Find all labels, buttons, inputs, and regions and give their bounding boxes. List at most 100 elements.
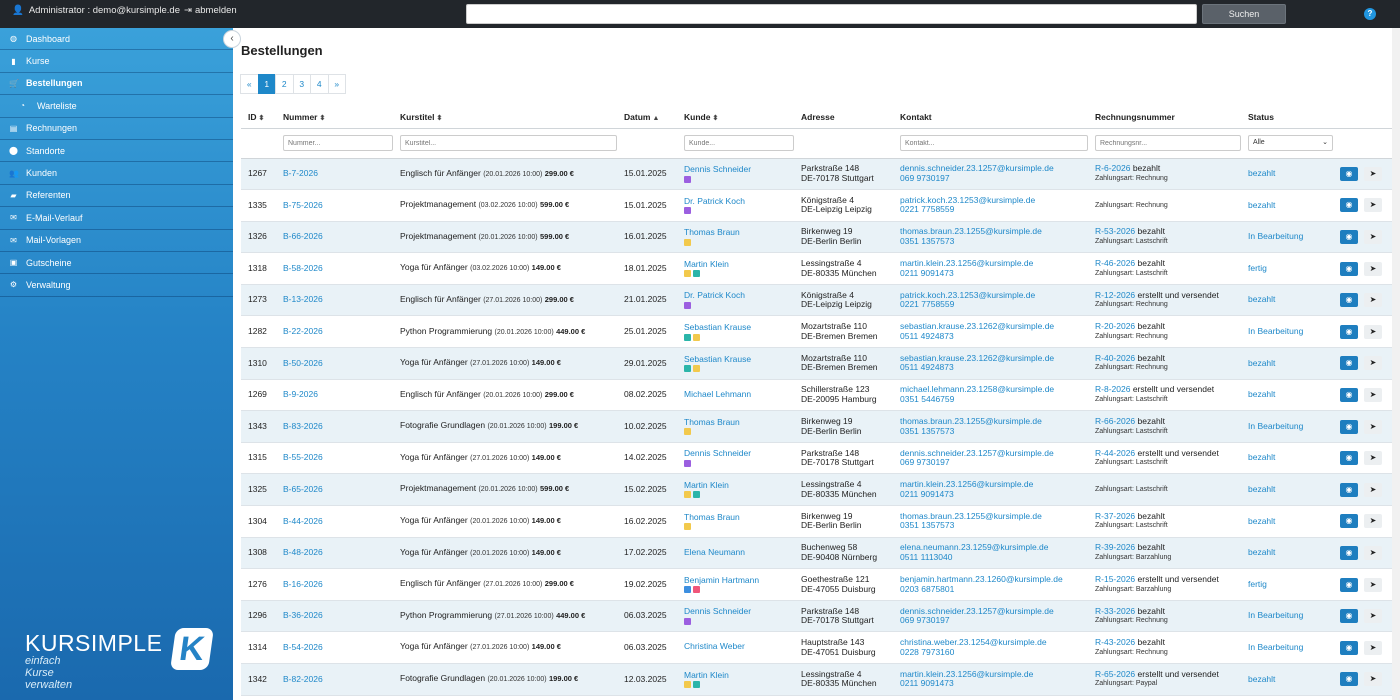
view-eye-icon[interactable]: ◉: [1340, 261, 1358, 276]
order-number-link[interactable]: B-83-2026: [283, 421, 323, 431]
order-number-link[interactable]: B-58-2026: [283, 263, 323, 273]
order-number-link[interactable]: B-75-2026: [283, 200, 323, 210]
invoice-link[interactable]: R-12-2026: [1095, 290, 1135, 300]
view-eye-icon[interactable]: ◉: [1340, 640, 1358, 655]
sidebar-item-kunden[interactable]: 👥 Kunden: [0, 162, 233, 185]
contact-phone-link[interactable]: 0351 1357573: [900, 521, 1088, 531]
invoice-link[interactable]: R-46-2026: [1095, 258, 1135, 268]
contact-phone-link[interactable]: 069 9730197: [900, 616, 1088, 626]
status-link[interactable]: bezahlt: [1248, 294, 1275, 305]
contact-phone-link[interactable]: 0511 1113040: [900, 552, 1088, 563]
status-link[interactable]: bezahlt: [1248, 674, 1275, 684]
view-eye-icon[interactable]: ◉: [1340, 577, 1358, 592]
send-paper-plane-icon[interactable]: ➤: [1364, 451, 1382, 466]
sidebar-item-rechnungen[interactable]: ▤ Rechnungen: [0, 118, 233, 140]
page-link[interactable]: 1: [257, 74, 276, 94]
contact-phone-link[interactable]: 0203 6875801: [900, 584, 1088, 595]
contact-phone-link[interactable]: 069 9730197: [900, 173, 1088, 184]
customer-link[interactable]: Sebastian Krause: [684, 354, 794, 365]
sidebar-item-standorte[interactable]: ⬤ Standorte: [0, 140, 233, 163]
order-number-link[interactable]: B-9-2026: [283, 389, 318, 399]
send-paper-plane-icon[interactable]: ➤: [1364, 166, 1382, 181]
page-link[interactable]: 2: [275, 74, 294, 94]
send-paper-plane-icon[interactable]: ➤: [1364, 640, 1382, 655]
sidebar-item-gutscheine[interactable]: ▣ Gutscheine: [0, 252, 233, 275]
filter-nummer-input[interactable]: [283, 135, 393, 151]
column-header[interactable]: Kunde ⬍: [677, 106, 794, 129]
status-link[interactable]: In Bearbeitung: [1248, 610, 1303, 621]
order-number-link[interactable]: B-54-2026: [283, 642, 323, 652]
view-eye-icon[interactable]: ◉: [1340, 387, 1358, 402]
sidebar-item-dashboard[interactable]: ◍ Dashboard: [0, 28, 233, 51]
search-button[interactable]: Suchen: [1202, 4, 1286, 24]
send-paper-plane-icon[interactable]: ➤: [1364, 419, 1382, 434]
send-paper-plane-icon[interactable]: ➤: [1364, 356, 1382, 371]
send-paper-plane-icon[interactable]: ➤: [1364, 261, 1382, 276]
column-header[interactable]: Nummer ⬍: [276, 106, 393, 129]
contact-phone-link[interactable]: 0511 4924873: [900, 331, 1088, 342]
page-link[interactable]: 4: [310, 74, 329, 94]
sidebar-item-mail-vorlagen[interactable]: ✉ Mail-Vorlagen: [0, 230, 233, 252]
column-header[interactable]: Kurstitel ⬍: [393, 106, 617, 129]
status-link[interactable]: bezahlt: [1248, 484, 1275, 494]
status-link[interactable]: In Bearbeitung: [1248, 642, 1303, 652]
order-number-link[interactable]: B-13-2026: [283, 294, 323, 305]
customer-link[interactable]: Thomas Braun: [684, 512, 794, 523]
contact-phone-link[interactable]: 0351 1357573: [900, 236, 1088, 247]
status-link[interactable]: In Bearbeitung: [1248, 326, 1303, 336]
filter-kontakt-input[interactable]: [900, 135, 1088, 151]
send-paper-plane-icon[interactable]: ➤: [1364, 577, 1382, 592]
status-link[interactable]: bezahlt: [1248, 168, 1275, 178]
view-eye-icon[interactable]: ◉: [1340, 166, 1358, 181]
customer-link[interactable]: Dr. Patrick Koch: [684, 196, 794, 207]
help-icon[interactable]: ?: [1364, 8, 1376, 20]
invoice-link[interactable]: R-33-2026: [1095, 606, 1135, 616]
invoice-link[interactable]: R-40-2026: [1095, 353, 1135, 363]
column-header[interactable]: Datum ▲: [617, 106, 677, 129]
order-number-link[interactable]: B-66-2026: [283, 231, 323, 241]
sidebar-item-e-mail-verlauf[interactable]: ✉ E-Mail-Verlauf: [0, 207, 233, 230]
view-eye-icon[interactable]: ◉: [1340, 293, 1358, 308]
contact-phone-link[interactable]: 069 9730197: [900, 458, 1088, 468]
status-link[interactable]: In Bearbeitung: [1248, 421, 1303, 431]
send-paper-plane-icon[interactable]: ➤: [1364, 672, 1382, 687]
send-paper-plane-icon[interactable]: ➤: [1364, 514, 1382, 529]
view-eye-icon[interactable]: ◉: [1340, 482, 1358, 497]
send-paper-plane-icon[interactable]: ➤: [1364, 609, 1382, 624]
invoice-link[interactable]: R-65-2026: [1095, 669, 1135, 679]
view-eye-icon[interactable]: ◉: [1340, 229, 1358, 244]
column-header[interactable]: ID ⬍: [241, 106, 276, 129]
view-eye-icon[interactable]: ◉: [1340, 198, 1358, 213]
status-link[interactable]: fertig: [1248, 579, 1267, 589]
order-number-link[interactable]: B-22-2026: [283, 326, 323, 336]
status-link[interactable]: bezahlt: [1248, 200, 1275, 210]
filter-kunde-input[interactable]: [684, 135, 794, 151]
view-eye-icon[interactable]: ◉: [1340, 324, 1358, 339]
view-eye-icon[interactable]: ◉: [1340, 672, 1358, 687]
contact-phone-link[interactable]: 0351 5446759: [900, 394, 1088, 405]
order-number-link[interactable]: B-48-2026: [283, 547, 323, 557]
status-link[interactable]: In Bearbeitung: [1248, 231, 1303, 241]
logout-link[interactable]: ⇥ abmelden: [184, 5, 237, 16]
sidebar-item-verwaltung[interactable]: ⚙ Verwaltung: [0, 274, 233, 297]
customer-link[interactable]: Martin Klein: [684, 670, 794, 681]
filter-rechnung-input[interactable]: [1095, 135, 1241, 151]
order-number-link[interactable]: B-82-2026: [283, 674, 323, 684]
invoice-link[interactable]: R-20-2026: [1095, 321, 1135, 332]
customer-link[interactable]: Elena Neumann: [684, 547, 794, 558]
page-link[interactable]: »: [327, 74, 346, 94]
send-paper-plane-icon[interactable]: ➤: [1364, 198, 1382, 213]
sidebar-item-kurse[interactable]: ▮ Kurse: [0, 50, 233, 73]
customer-link[interactable]: Martin Klein: [684, 259, 794, 270]
status-link[interactable]: bezahlt: [1248, 516, 1275, 526]
invoice-link[interactable]: R-15-2026: [1095, 574, 1135, 584]
customer-link[interactable]: Dr. Patrick Koch: [684, 291, 794, 301]
view-eye-icon[interactable]: ◉: [1340, 356, 1358, 371]
send-paper-plane-icon[interactable]: ➤: [1364, 229, 1382, 244]
collapse-sidebar-button[interactable]: ‹: [223, 30, 241, 48]
send-paper-plane-icon[interactable]: ➤: [1364, 545, 1382, 560]
order-number-link[interactable]: B-65-2026: [283, 484, 323, 494]
order-number-link[interactable]: B-16-2026: [283, 579, 323, 589]
filter-kurstitel-input[interactable]: [400, 135, 617, 151]
page-link[interactable]: «: [240, 74, 259, 94]
